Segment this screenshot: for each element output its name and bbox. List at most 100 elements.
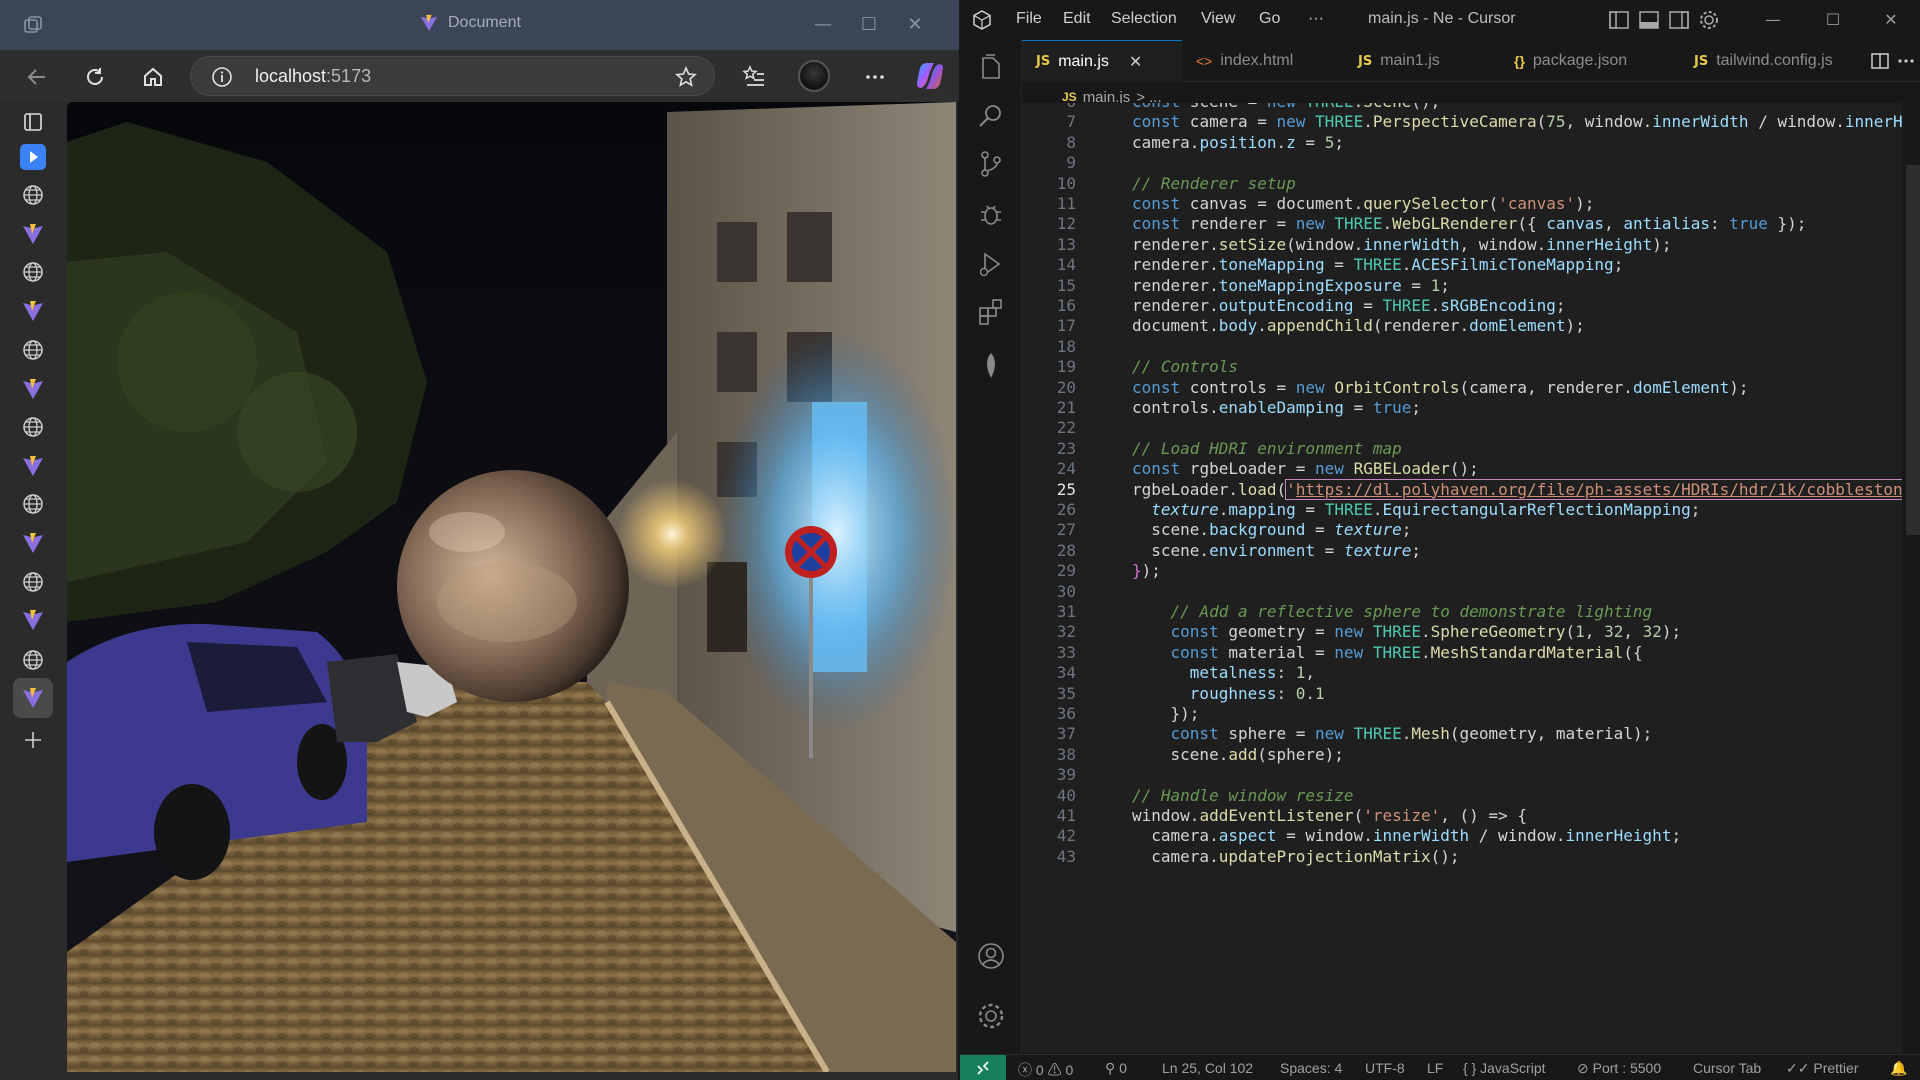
indentation-status[interactable]: Spaces: 4	[1280, 1060, 1342, 1076]
site-info-icon[interactable]	[211, 66, 233, 88]
menu-selection[interactable]: Selection	[1111, 10, 1177, 28]
editor-window-title: main.js - Ne - Cursor	[1368, 10, 1516, 27]
url-port: :5173	[326, 66, 372, 86]
vertical-tab-3[interactable]	[13, 175, 53, 215]
vite-icon	[22, 223, 44, 245]
close-button[interactable]: ✕	[900, 12, 930, 38]
vertical-tab-13[interactable]	[13, 562, 53, 602]
json-file-icon: {}	[1514, 53, 1525, 69]
toggle-panel-icon[interactable]	[1638, 9, 1660, 31]
vertical-tab-6[interactable]	[13, 291, 53, 331]
prettier-status[interactable]: ✓✓ Prettier	[1786, 1060, 1858, 1077]
editor-close-button[interactable]: ✕	[1878, 8, 1904, 32]
back-button[interactable]	[22, 62, 52, 92]
prettier-label: Prettier	[1813, 1060, 1859, 1076]
globe-icon	[21, 415, 45, 439]
menu-go[interactable]: Go	[1259, 10, 1280, 28]
favorites-button[interactable]	[739, 62, 769, 92]
menu-more[interactable]: ···	[1308, 10, 1324, 28]
language-mode[interactable]: { } JavaScript	[1463, 1060, 1546, 1076]
cursor-tab-status[interactable]: Cursor Tab	[1693, 1060, 1761, 1076]
vertical-tab-15[interactable]	[13, 640, 53, 680]
vertical-tab-5[interactable]	[13, 252, 53, 292]
toggle-secondary-sidebar-icon[interactable]	[1668, 9, 1690, 31]
manage-gear-icon[interactable]	[975, 1000, 1007, 1032]
browser-tab-title[interactable]: Document	[420, 14, 521, 32]
vertical-tab-10[interactable]	[13, 446, 53, 486]
debug-bug-icon[interactable]	[975, 198, 1007, 230]
settings-gear-icon[interactable]	[1698, 9, 1720, 31]
editor-maximize-button[interactable]: ☐	[1820, 8, 1846, 32]
explorer-files-icon[interactable]	[975, 52, 1007, 84]
run-debug-icon[interactable]	[975, 248, 1007, 280]
vertical-tab-16[interactable]	[13, 678, 53, 718]
vertical-tab-2[interactable]	[13, 137, 53, 177]
problems-status[interactable]: ⓧ 0 ⚠ 0	[1018, 1060, 1073, 1080]
tab-actions-icon	[22, 111, 44, 133]
browser-vertical-tabs	[0, 102, 66, 1080]
live-server-port[interactable]: ⊘ Port : 5500	[1577, 1060, 1661, 1077]
vertical-tab-12[interactable]	[13, 523, 53, 563]
reload-button[interactable]	[80, 62, 110, 92]
favorite-star-icon[interactable]	[674, 65, 698, 89]
maximize-button[interactable]: ☐	[854, 12, 884, 38]
tab-index-html[interactable]: <> index.html	[1182, 40, 1344, 82]
remote-indicator[interactable]	[960, 1055, 1006, 1080]
globe-icon	[21, 260, 45, 284]
close-tab-icon[interactable]: ✕	[1129, 52, 1142, 72]
profile-avatar[interactable]	[798, 60, 830, 92]
cursor-logo-icon	[973, 10, 991, 30]
workspaces-icon[interactable]	[22, 14, 44, 36]
menu-edit[interactable]: Edit	[1063, 10, 1091, 28]
copilot-icon[interactable]	[914, 60, 946, 92]
code-line[interactable]: 43 camera.updateProjectionMatrix();	[1022, 844, 1902, 869]
braces-icon: { }	[1463, 1060, 1477, 1076]
page-viewport[interactable]	[67, 102, 956, 1072]
tab-label: index.html	[1220, 52, 1294, 69]
code-editor[interactable]: 6const scene = new THREE.Scene();7const …	[1022, 103, 1902, 1053]
toggle-primary-sidebar-icon[interactable]	[1608, 9, 1630, 31]
mongodb-leaf-icon[interactable]	[975, 350, 1007, 382]
split-editor-icon[interactable]	[1870, 51, 1890, 71]
menu-view[interactable]: View	[1201, 10, 1235, 28]
tab-tailwind-config[interactable]: JS tailwind.config.js	[1680, 40, 1870, 82]
tab-label: package.json	[1532, 52, 1628, 69]
ports-count: 0	[1119, 1060, 1127, 1076]
editor-title-bar: File Edit Selection View Go ··· main.js …	[960, 0, 1920, 40]
encoding-status[interactable]: UTF-8	[1365, 1060, 1405, 1076]
more-button[interactable]	[860, 62, 890, 92]
tab-package-json[interactable]: {} package.json	[1500, 40, 1680, 82]
vertical-tab-1[interactable]	[13, 102, 53, 142]
address-bar[interactable]: localhost:5173	[190, 56, 715, 96]
minimize-button[interactable]: —	[808, 12, 838, 38]
tab-label: tailwind.config.js	[1716, 52, 1833, 69]
url-text[interactable]: localhost:5173	[255, 66, 371, 87]
more-dots-icon	[866, 75, 884, 79]
eol-status[interactable]: LF	[1427, 1060, 1443, 1076]
vertical-tab-14[interactable]	[13, 600, 53, 640]
browser-title-bar: Document — ☐ ✕	[0, 0, 959, 50]
notifications-bell-icon[interactable]: 🔔	[1890, 1060, 1907, 1077]
source-control-icon[interactable]	[975, 148, 1007, 180]
tab-main-js[interactable]: JS main.js ✕	[1022, 40, 1182, 82]
vertical-tab-17[interactable]	[13, 720, 53, 760]
menu-file[interactable]: File	[1016, 10, 1042, 28]
editor-minimize-button[interactable]: —	[1760, 8, 1786, 32]
extensions-icon[interactable]	[975, 296, 1007, 328]
vite-preview-icon	[19, 143, 47, 171]
editor-scrollbar[interactable]	[1906, 165, 1920, 535]
vertical-tab-9[interactable]	[13, 407, 53, 447]
more-actions-icon[interactable]	[1896, 51, 1916, 71]
vertical-tab-4[interactable]	[13, 214, 53, 254]
vertical-tab-8[interactable]	[13, 369, 53, 409]
account-icon[interactable]	[975, 940, 1007, 972]
code-text[interactable]: camera.updateProjectionMatrix();	[1132, 844, 1459, 869]
tab-main1-js[interactable]: JS main1.js	[1344, 40, 1500, 82]
threejs-canvas[interactable]	[67, 102, 956, 1072]
search-icon[interactable]	[975, 100, 1007, 132]
home-button[interactable]	[138, 62, 168, 92]
vertical-tab-11[interactable]	[13, 484, 53, 524]
ports-status[interactable]: ⚲ 0	[1105, 1060, 1127, 1077]
cursor-position[interactable]: Ln 25, Col 102	[1162, 1060, 1253, 1076]
vertical-tab-7[interactable]	[13, 330, 53, 370]
